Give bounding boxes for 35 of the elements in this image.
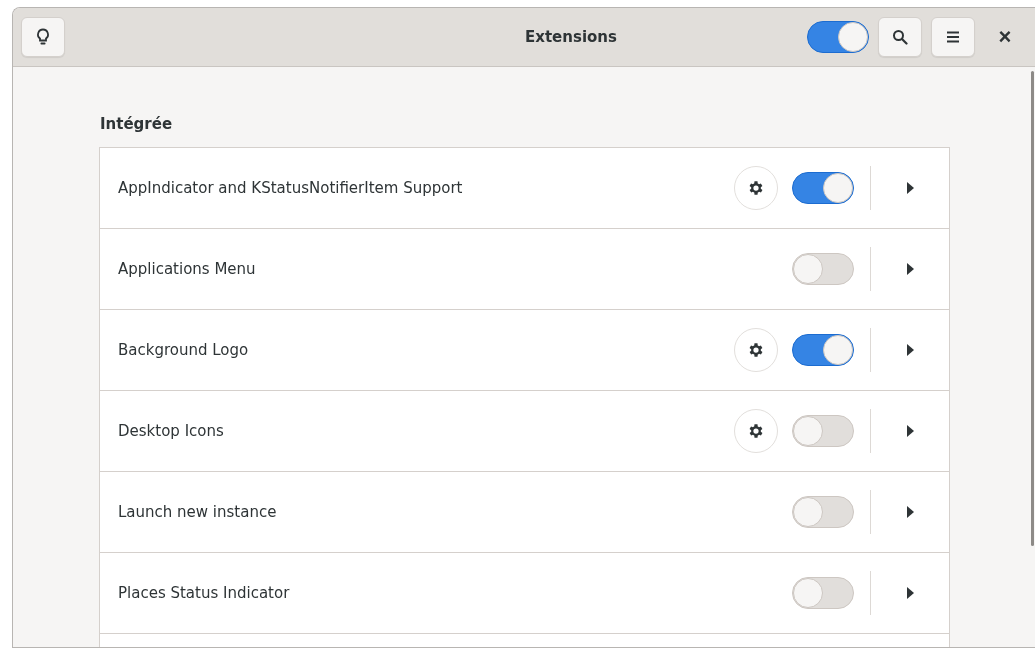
- menu-icon: [946, 31, 960, 43]
- extension-switch[interactable]: [792, 334, 854, 366]
- extension-switch[interactable]: [792, 172, 854, 204]
- settings-button[interactable]: [734, 328, 778, 372]
- triangle-right-icon: [906, 182, 914, 194]
- settings-icon: [747, 341, 765, 359]
- tips-button[interactable]: [21, 17, 65, 57]
- settings-icon: [747, 422, 765, 440]
- extension-name: Desktop Icons: [118, 422, 225, 440]
- window-title: Extensions: [524, 28, 618, 46]
- search-button[interactable]: [878, 17, 922, 57]
- triangle-right-icon: [906, 425, 914, 437]
- extension-name: Applications Menu: [118, 260, 257, 278]
- settings-button[interactable]: [734, 409, 778, 453]
- close-button[interactable]: ×: [985, 17, 1025, 57]
- triangle-right-icon: [906, 263, 914, 275]
- extension-switch[interactable]: [792, 496, 854, 528]
- settings-icon: [747, 179, 765, 197]
- triangle-right-icon: [906, 506, 914, 518]
- lightbulb-icon: [35, 28, 51, 46]
- extension-switch[interactable]: [792, 253, 854, 285]
- scrollbar[interactable]: [1031, 71, 1034, 546]
- triangle-right-icon: [906, 344, 914, 356]
- extension-switch[interactable]: [792, 577, 854, 609]
- extension-name: AppIndicator and KStatusNotifierItem Support: [118, 179, 464, 197]
- extension-switch[interactable]: [792, 415, 854, 447]
- settings-button[interactable]: [734, 166, 778, 210]
- extension-name: Launch new instance: [118, 503, 278, 521]
- section-heading: Intégrée: [99, 115, 174, 133]
- extension-name: Places Status Indicator: [118, 584, 291, 602]
- extensions-switch[interactable]: [807, 21, 869, 53]
- triangle-right-icon: [906, 587, 914, 599]
- search-icon: [892, 29, 908, 45]
- extension-name: Background Logo: [118, 341, 250, 359]
- menu-button[interactable]: [931, 17, 975, 57]
